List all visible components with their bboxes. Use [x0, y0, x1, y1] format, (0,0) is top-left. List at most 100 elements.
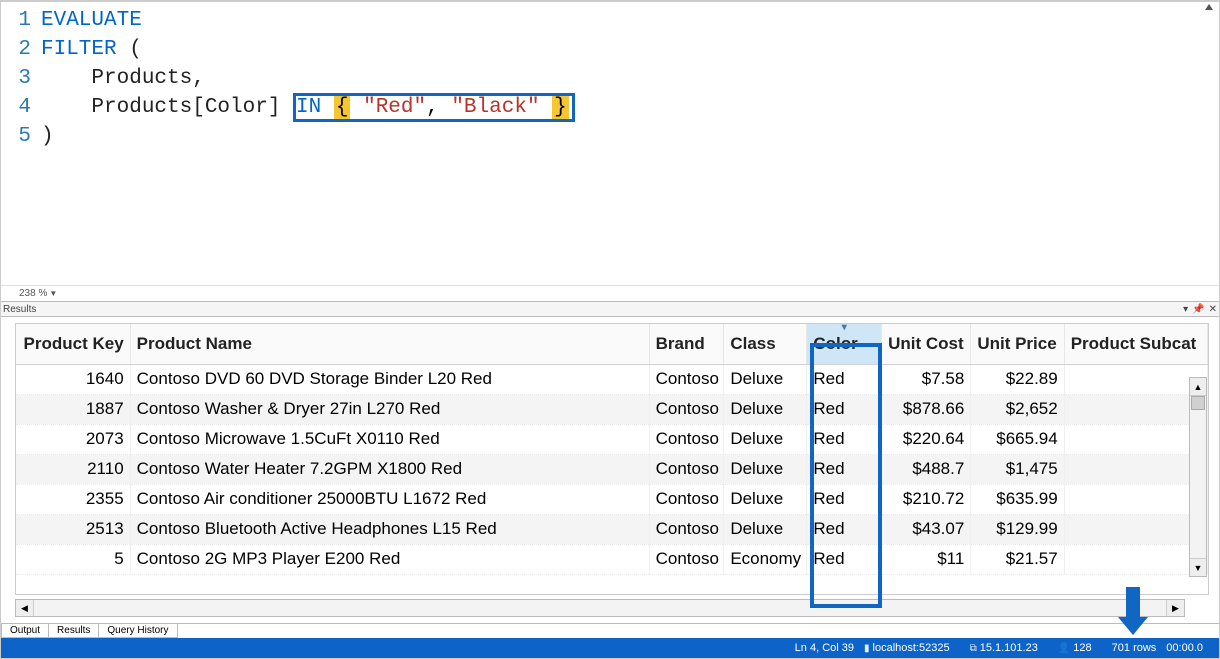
column-header[interactable]: Product Key: [16, 324, 130, 365]
column-header[interactable]: Unit Cost: [882, 324, 971, 365]
cell-brand: Contoso: [649, 365, 724, 395]
column-header[interactable]: Brand: [649, 324, 724, 365]
cell-class: Deluxe: [724, 425, 807, 455]
cell-subcat: [1064, 545, 1207, 575]
cell-cost: $11: [882, 545, 971, 575]
code-line[interactable]: ): [41, 122, 54, 151]
cell-color: Red: [807, 365, 882, 395]
column-header[interactable]: Color: [807, 324, 882, 365]
scroll-left-button[interactable]: ◀: [16, 600, 34, 616]
editor-scrollbar[interactable]: [1201, 4, 1217, 10]
cell-price: $1,475: [971, 455, 1064, 485]
cell-name: Contoso Microwave 1.5CuFt X0110 Red: [130, 425, 649, 455]
cell-subcat: [1064, 485, 1207, 515]
copy-icon: ⧉: [970, 643, 977, 654]
table-row[interactable]: 2513Contoso Bluetooth Active Headphones …: [16, 515, 1208, 545]
cell-class: Deluxe: [724, 485, 807, 515]
code-editor[interactable]: 1EVALUATE2FILTER (3 Products,4 Products[…: [1, 1, 1219, 301]
status-server: localhost:52325: [873, 642, 950, 654]
cell-brand: Contoso: [649, 515, 724, 545]
column-header[interactable]: Unit Price: [971, 324, 1064, 365]
cell-name: Contoso DVD 60 DVD Storage Binder L20 Re…: [130, 365, 649, 395]
status-rowcount: 701 rows: [1112, 642, 1157, 654]
cell-key: 5: [16, 545, 130, 575]
cell-price: $129.99: [971, 515, 1064, 545]
cell-price: $665.94: [971, 425, 1064, 455]
annotation-inline-box: IN { "Red", "Black" }: [293, 93, 575, 122]
tab-output[interactable]: Output: [1, 624, 49, 638]
table-row[interactable]: 1887Contoso Washer & Dryer 27in L270 Red…: [16, 395, 1208, 425]
scroll-thumb[interactable]: [1191, 396, 1205, 410]
cell-key: 1640: [16, 365, 130, 395]
zoom-indicator[interactable]: 238 % ▼: [1, 285, 1219, 301]
status-version: 15.1.101.23: [980, 642, 1038, 654]
column-header[interactable]: Class: [724, 324, 807, 365]
cell-cost: $43.07: [882, 515, 971, 545]
table-row[interactable]: 2110Contoso Water Heater 7.2GPM X1800 Re…: [16, 455, 1208, 485]
code-line[interactable]: Products[Color] IN { "Red", "Black" }: [41, 93, 575, 122]
scroll-up-button[interactable]: ▲: [1190, 378, 1206, 396]
code-line[interactable]: Products,: [41, 64, 205, 93]
results-panel-title: Results: [3, 304, 36, 315]
cell-brand: Contoso: [649, 485, 724, 515]
results-grid: Product KeyProduct NameBrandClassColorUn…: [1, 317, 1219, 623]
cell-subcat: [1064, 425, 1207, 455]
cell-color: Red: [807, 455, 882, 485]
cell-price: $2,652: [971, 395, 1064, 425]
cell-subcat: [1064, 395, 1207, 425]
cell-price: $635.99: [971, 485, 1064, 515]
results-table: Product KeyProduct NameBrandClassColorUn…: [16, 324, 1208, 575]
code-line[interactable]: FILTER (: [41, 35, 142, 64]
cell-name: Contoso Washer & Dryer 27in L270 Red: [130, 395, 649, 425]
cell-class: Deluxe: [724, 395, 807, 425]
line-number: 2: [1, 35, 41, 64]
cell-name: Contoso 2G MP3 Player E200 Red: [130, 545, 649, 575]
cell-key: 2073: [16, 425, 130, 455]
tab-results[interactable]: Results: [48, 624, 99, 638]
table-row[interactable]: 2355Contoso Air conditioner 25000BTU L16…: [16, 485, 1208, 515]
cell-subcat: [1064, 455, 1207, 485]
code-line[interactable]: EVALUATE: [41, 6, 142, 35]
tab-query-history[interactable]: Query History: [98, 624, 177, 638]
status-cursor-position: Ln 4, Col 39: [795, 642, 854, 654]
cell-class: Economy: [724, 545, 807, 575]
cell-name: Contoso Bluetooth Active Headphones L15 …: [130, 515, 649, 545]
cell-brand: Contoso: [649, 395, 724, 425]
line-number: 1: [1, 6, 41, 35]
cell-subcat: [1064, 515, 1207, 545]
cell-cost: $7.58: [882, 365, 971, 395]
cell-cost: $488.7: [882, 455, 971, 485]
cell-price: $21.57: [971, 545, 1064, 575]
cell-class: Deluxe: [724, 515, 807, 545]
cell-key: 1887: [16, 395, 130, 425]
cell-color: Red: [807, 515, 882, 545]
panel-dropdown-icon[interactable]: ▾: [1183, 304, 1188, 315]
panel-pin-icon[interactable]: 📌: [1192, 304, 1204, 315]
grid-horizontal-scrollbar[interactable]: ◀ ▶: [15, 599, 1185, 617]
column-header[interactable]: Product Name: [130, 324, 649, 365]
cell-brand: Contoso: [649, 455, 724, 485]
cell-cost: $220.64: [882, 425, 971, 455]
cell-class: Deluxe: [724, 455, 807, 485]
scroll-down-button[interactable]: ▼: [1190, 558, 1206, 576]
zoom-dropdown-icon[interactable]: ▼: [49, 289, 57, 298]
bottom-tabs: OutputResultsQuery History: [1, 623, 1219, 638]
column-header[interactable]: Product Subcat: [1064, 324, 1207, 365]
status-user-count: 128: [1073, 642, 1091, 654]
status-bar: Ln 4, Col 39 ▮localhost:52325 ⧉15.1.101.…: [1, 638, 1219, 658]
line-number: 4: [1, 93, 41, 122]
panel-close-icon[interactable]: ✕: [1209, 304, 1217, 315]
grid-vertical-scrollbar[interactable]: ▲ ▼: [1189, 377, 1207, 577]
line-number: 3: [1, 64, 41, 93]
cell-key: 2355: [16, 485, 130, 515]
table-row[interactable]: 2073Contoso Microwave 1.5CuFt X0110 RedC…: [16, 425, 1208, 455]
table-row[interactable]: 5Contoso 2G MP3 Player E200 RedContosoEc…: [16, 545, 1208, 575]
cell-color: Red: [807, 425, 882, 455]
cell-subcat: [1064, 365, 1207, 395]
cell-name: Contoso Air conditioner 25000BTU L1672 R…: [130, 485, 649, 515]
user-icon: 👤: [1058, 643, 1070, 654]
table-row[interactable]: 1640Contoso DVD 60 DVD Storage Binder L2…: [16, 365, 1208, 395]
scroll-right-button[interactable]: ▶: [1166, 600, 1184, 616]
cell-price: $22.89: [971, 365, 1064, 395]
cell-color: Red: [807, 395, 882, 425]
